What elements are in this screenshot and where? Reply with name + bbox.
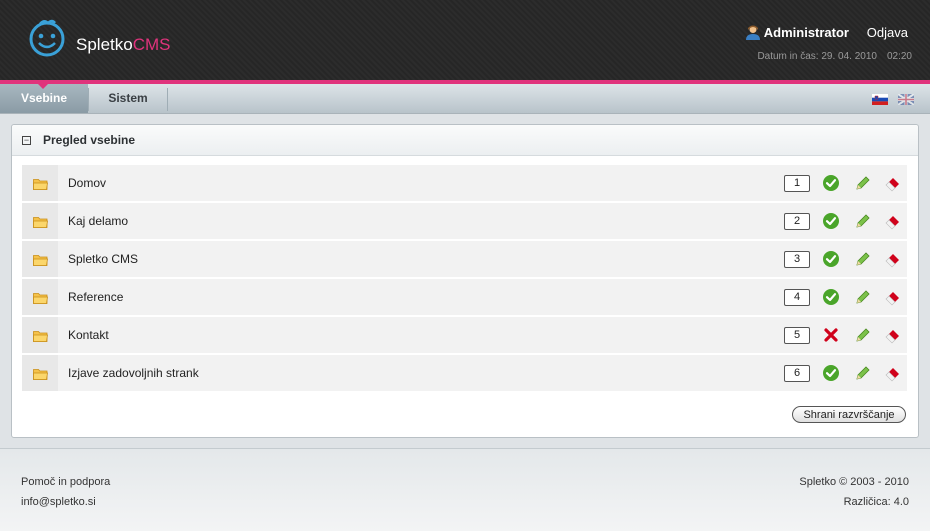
- delete-eraser-icon[interactable]: [884, 326, 902, 344]
- collapse-icon[interactable]: −: [22, 136, 31, 145]
- delete-eraser-icon[interactable]: [884, 174, 902, 192]
- active-check-icon[interactable]: [822, 212, 840, 230]
- help-link[interactable]: Pomoč in podpora: [21, 476, 110, 488]
- content-row[interactable]: Reference 4: [22, 279, 907, 315]
- brand-name-main: Spletko: [76, 35, 133, 54]
- tab-divider: [167, 88, 168, 111]
- row-icon-cell: [22, 317, 58, 353]
- content-panel: − Pregled vsebine Domov 1 Kaj delamo 2 Splet…: [11, 124, 919, 438]
- app-header: SpletkoCMS Administrator Odjava Datum in…: [0, 0, 930, 80]
- user-name: Administrator: [763, 25, 849, 40]
- active-check-icon[interactable]: [822, 250, 840, 268]
- edit-pencil-icon[interactable]: [854, 326, 872, 344]
- current-user: Administrator: [745, 25, 849, 40]
- folder-icon: [33, 291, 48, 304]
- row-icon-cell: [22, 203, 58, 239]
- datetime-label: Datum in čas: 29. 04. 2010: [757, 51, 877, 62]
- order-input[interactable]: 4: [784, 289, 810, 306]
- content-row[interactable]: Kaj delamo 2: [22, 203, 907, 239]
- datetime: Datum in čas: 29. 04. 2010 02:20: [757, 51, 912, 62]
- row-label[interactable]: Izjave zadovoljnih strank: [68, 366, 199, 380]
- content-row[interactable]: Kontakt 5: [22, 317, 907, 353]
- active-check-icon[interactable]: [822, 288, 840, 306]
- row-icon-cell: [22, 165, 58, 201]
- folder-icon: [33, 253, 48, 266]
- row-label[interactable]: Reference: [68, 290, 123, 304]
- row-label[interactable]: Domov: [68, 176, 106, 190]
- delete-eraser-icon[interactable]: [884, 250, 902, 268]
- logo-icon: [29, 19, 65, 57]
- brand-name[interactable]: SpletkoCMS: [76, 35, 170, 55]
- order-input[interactable]: 1: [784, 175, 810, 192]
- content-row[interactable]: Domov 1: [22, 165, 907, 201]
- slovenian-flag-icon[interactable]: [872, 94, 888, 105]
- folder-icon: [33, 177, 48, 190]
- email-link[interactable]: info@spletko.si: [21, 496, 96, 508]
- folder-icon: [33, 367, 48, 380]
- delete-eraser-icon[interactable]: [884, 212, 902, 230]
- english-flag-icon[interactable]: [898, 94, 914, 105]
- order-input[interactable]: 5: [784, 327, 810, 344]
- user-icon: [745, 25, 760, 40]
- panel-title: Pregled vsebine: [43, 133, 136, 147]
- order-input[interactable]: 2: [784, 213, 810, 230]
- order-input[interactable]: 3: [784, 251, 810, 268]
- content-row[interactable]: Izjave zadovoljnih strank 6: [22, 355, 907, 391]
- save-order-button[interactable]: Shrani razvrščanje: [792, 406, 906, 423]
- edit-pencil-icon[interactable]: [854, 212, 872, 230]
- edit-pencil-icon[interactable]: [854, 174, 872, 192]
- inactive-cross-icon[interactable]: [822, 326, 840, 344]
- version: Različica: 4.0: [843, 496, 909, 508]
- active-check-icon[interactable]: [822, 174, 840, 192]
- row-label[interactable]: Spletko CMS: [68, 252, 138, 266]
- active-check-icon[interactable]: [822, 364, 840, 382]
- logout-link[interactable]: Odjava: [867, 25, 908, 40]
- row-label[interactable]: Kontakt: [68, 328, 109, 342]
- time-value: 02:20: [886, 51, 912, 62]
- row-label[interactable]: Kaj delamo: [68, 214, 128, 228]
- brand-name-suffix: CMS: [132, 35, 171, 54]
- row-icon-cell: [22, 241, 58, 277]
- active-tab-indicator: [37, 83, 49, 89]
- folder-icon: [33, 329, 48, 342]
- folder-icon: [33, 215, 48, 228]
- row-icon-cell: [22, 355, 58, 391]
- footer: Pomoč in podpora info@spletko.si Spletko…: [0, 448, 930, 531]
- edit-pencil-icon[interactable]: [854, 250, 872, 268]
- edit-pencil-icon[interactable]: [854, 364, 872, 382]
- panel-header: − Pregled vsebine: [12, 125, 918, 156]
- tab-sistem[interactable]: Sistem: [89, 84, 167, 113]
- row-icon-cell: [22, 279, 58, 315]
- delete-eraser-icon[interactable]: [884, 288, 902, 306]
- edit-pencil-icon[interactable]: [854, 288, 872, 306]
- main-nav: Vsebine Sistem: [0, 83, 930, 114]
- copyright: Spletko © 2003 - 2010: [799, 476, 909, 488]
- content-row[interactable]: Spletko CMS 3: [22, 241, 907, 277]
- delete-eraser-icon[interactable]: [884, 364, 902, 382]
- order-input[interactable]: 6: [784, 365, 810, 382]
